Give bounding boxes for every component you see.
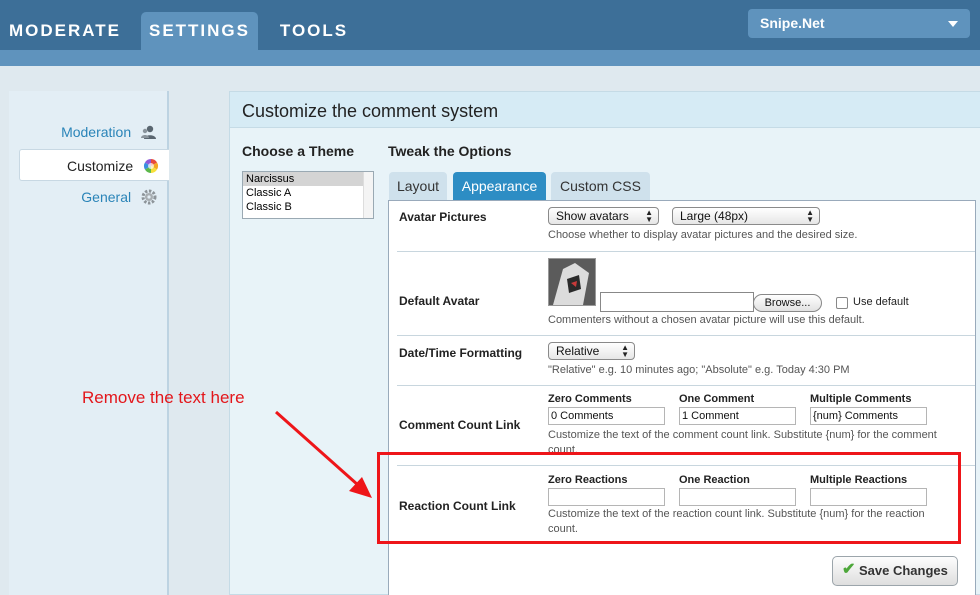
select-arrows-icon: ▲ ▼ [645, 208, 653, 224]
use-default-checkbox[interactable] [836, 297, 848, 309]
options-heading: Tweak the Options [388, 143, 512, 159]
column-header-one: One Comment [679, 393, 755, 405]
avatar-size-select[interactable]: Large (48px) ▲ ▼ [672, 207, 820, 225]
zero-comments-input[interactable]: 0 Comments [548, 407, 665, 425]
column-header-multiple: Multiple Comments [810, 393, 912, 405]
theme-option-classic-b[interactable]: Classic B [243, 200, 373, 214]
user-icon [141, 125, 156, 139]
browse-button[interactable]: Browse... [753, 294, 822, 312]
annotation-highlight-box [377, 452, 961, 544]
theme-option-classic-a[interactable]: Classic A [243, 186, 373, 200]
save-changes-label: Save Changes [859, 563, 948, 578]
datetime-format-value: Relative [556, 344, 600, 358]
option-help: Commenters without a chosen avatar pictu… [548, 314, 865, 326]
color-wheel-icon [144, 159, 158, 173]
datetime-format-select[interactable]: Relative ▲ ▼ [548, 342, 635, 360]
nav-tab-tools[interactable]: TOOLS [268, 12, 360, 50]
sidebar-item-label: Moderation [61, 124, 132, 140]
sidebar-item-moderation[interactable]: Moderation [61, 116, 157, 148]
one-comment-input[interactable]: 1 Comment [679, 407, 796, 425]
save-changes-button[interactable]: ✔ Save Changes [832, 556, 958, 586]
sidebar: Moderation Customize General [9, 91, 169, 595]
tab-layout[interactable]: Layout [389, 172, 447, 200]
avatar-display-value: Show avatars [556, 209, 629, 223]
site-select[interactable]: Snipe.Net [748, 9, 970, 38]
avatar-display-select[interactable]: Show avatars ▲ ▼ [548, 207, 659, 225]
tab-custom-css[interactable]: Custom CSS [551, 172, 650, 200]
page-title: Customize the comment system [242, 101, 499, 121]
checkmark-icon: ✔ [842, 561, 856, 578]
nav-tab-moderate[interactable]: MODERATE [0, 12, 130, 50]
option-row-avatar-pictures: Avatar Pictures Show avatars ▲ ▼ Large (4… [397, 201, 975, 252]
option-label: Avatar Pictures [399, 210, 487, 224]
avatar-file-input[interactable] [600, 292, 754, 312]
tab-appearance[interactable]: Appearance [453, 172, 546, 200]
select-arrows-icon: ▲ ▼ [806, 208, 814, 224]
chevron-down-icon [948, 21, 958, 27]
main-header: Customize the comment system [230, 92, 980, 128]
top-nav-band [0, 50, 980, 66]
theme-list-scrollbar[interactable] [363, 172, 373, 218]
avatar-size-value: Large (48px) [680, 209, 749, 223]
gear-icon [141, 189, 157, 205]
use-default-label: Use default [853, 296, 909, 308]
option-help: "Relative" e.g. 10 minutes ago; "Absolut… [548, 364, 850, 376]
option-label: Default Avatar [399, 294, 480, 308]
nav-tab-settings[interactable]: SETTINGS [141, 12, 258, 50]
default-avatar-image [548, 258, 596, 306]
site-select-value: Snipe.Net [760, 15, 825, 31]
option-label: Comment Count Link [399, 418, 521, 432]
sidebar-item-label: General [81, 189, 132, 205]
option-help: Choose whether to display avatar picture… [548, 229, 858, 241]
option-row-default-avatar: Default Avatar Browse... Use default Com… [397, 252, 975, 336]
avatar-picture-icon [549, 259, 595, 305]
option-label: Date/Time Formatting [399, 346, 523, 360]
multiple-comments-input[interactable]: {num} Comments [810, 407, 927, 425]
annotation-text: Remove the text here [82, 388, 245, 407]
select-arrows-icon: ▲ ▼ [621, 343, 629, 359]
sidebar-item-label: Customize [66, 158, 134, 174]
column-header-zero: Zero Comments [548, 393, 632, 405]
sidebar-item-general[interactable]: General [81, 181, 157, 213]
sidebar-item-customize[interactable]: Customize [19, 149, 169, 181]
theme-heading: Choose a Theme [242, 143, 355, 159]
theme-list[interactable]: Narcissus Classic A Classic B [242, 171, 374, 219]
theme-option-narcissus[interactable]: Narcissus [243, 172, 373, 186]
option-row-datetime: Date/Time Formatting Relative ▲ ▼ "Relati… [397, 336, 975, 386]
